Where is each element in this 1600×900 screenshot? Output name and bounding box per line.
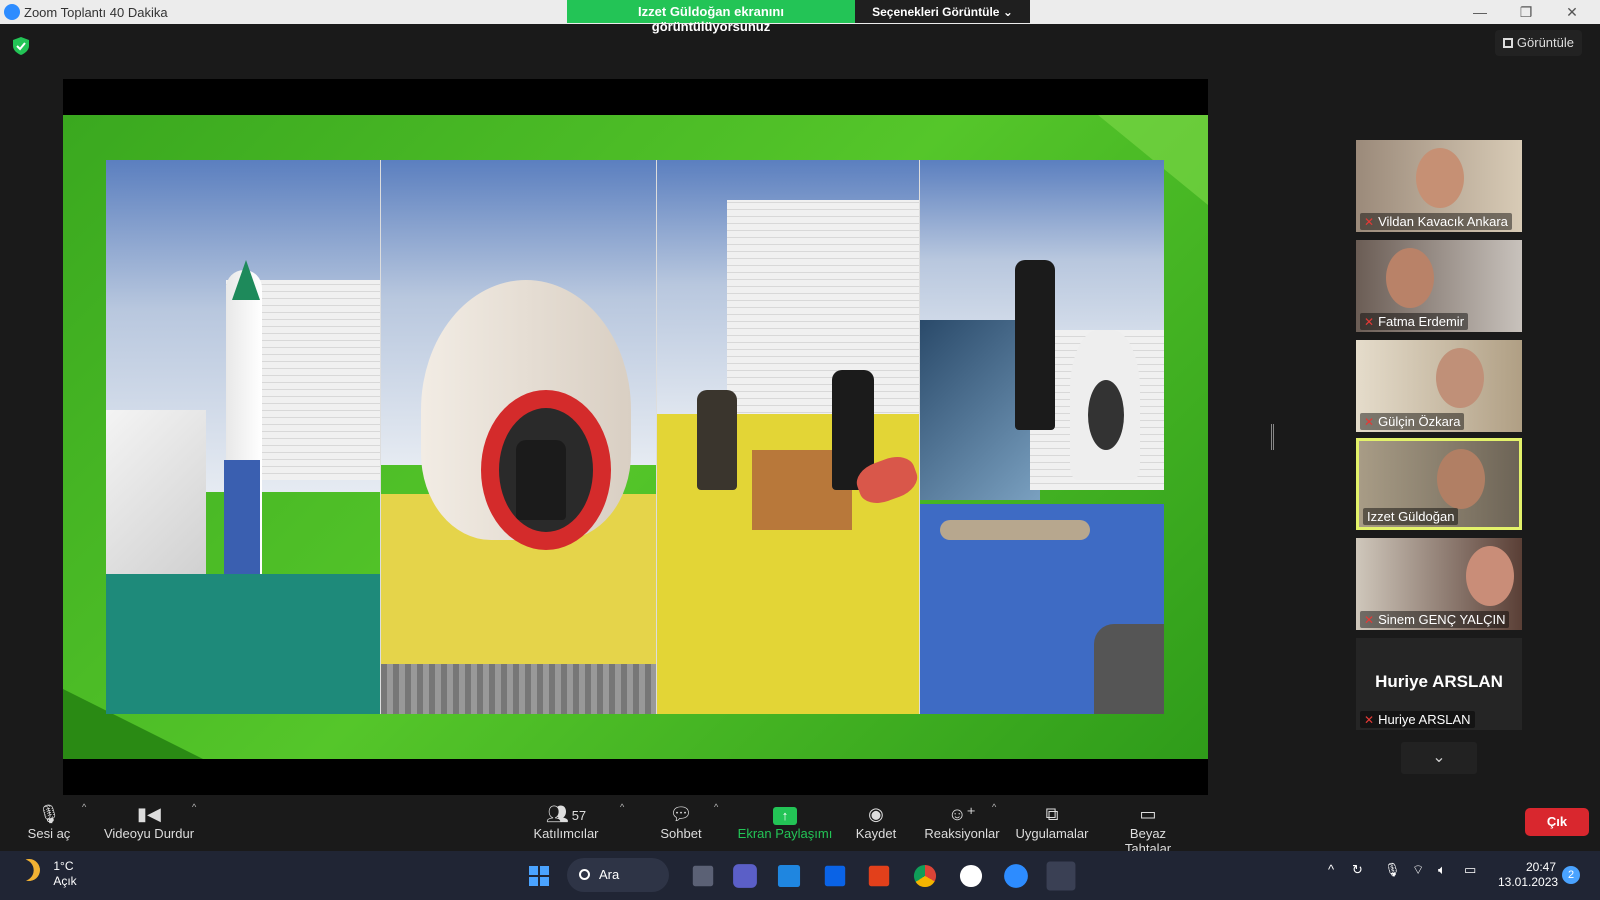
app-icon[interactable] [959,864,983,888]
share-screen-icon: ↑ [773,807,797,825]
leave-meeting-button[interactable]: Çık [1525,808,1589,836]
participant-name: ✕ Sinem GENÇ YALÇIN [1360,611,1510,628]
record-icon: ◉ [868,804,884,824]
shield-check-icon[interactable] [13,37,29,55]
mic-muted-icon: ✕ [1364,315,1375,329]
zoom-taskbar-icon[interactable] [1004,864,1028,888]
mic-muted-icon: ✕ [1364,613,1375,627]
mic-muted-icon: 🎙︎ [37,804,61,824]
search-icon [579,869,590,880]
participant-tile[interactable]: ✕ Fatma Erdemir [1356,240,1522,332]
view-options-label: Seçenekleri Görüntüle [872,5,1000,19]
participant-count: 57 [571,808,587,823]
weather-widget[interactable]: 1°C Açık [15,856,76,889]
collage-photo-rocket [106,160,381,714]
mic-muted-icon: ✕ [1364,215,1375,229]
panel-resize-handle[interactable] [1271,424,1274,450]
whiteboard-button[interactable]: ▭ Beyaz Tahtalar [1106,802,1190,856]
caret-up-icon: ^ [992,802,997,812]
reactions-button[interactable]: ☺⁺ Reaksiyonlar [924,802,1000,841]
chevron-down-icon: ⌄ [1002,5,1013,19]
taskbar-search[interactable]: Ara [567,858,669,892]
participant-name: ✕ Gülçin Özkara [1360,413,1465,430]
apps-icon: ⧉ [1045,804,1059,824]
shared-screen [63,79,1208,795]
task-view-icon[interactable] [692,865,714,887]
chat-bubble-icon: 💬︎ [669,804,693,824]
caret-up-icon: ^ [714,802,719,812]
teams-chat-icon[interactable] [733,864,757,888]
maximize-button[interactable]: ❐ [1506,2,1546,22]
chevron-up-icon[interactable]: ^ [1328,862,1334,877]
mic-muted-icon: ✕ [1364,415,1375,429]
microphone-icon[interactable]: 🎙︎ [1384,862,1401,878]
participant-display-name: Huriye ARSLAN [1375,672,1503,691]
close-button[interactable]: ✕ [1552,2,1592,22]
meeting-toolbar: 🎙︎ Sesi aç ^ ▮◀ Videoyu Durdur ^ 👥︎ 57 Ka… [0,796,1600,856]
notification-badge[interactable]: 2 [1562,866,1580,884]
view-button-label: Görüntüle [1516,35,1574,50]
zoom-app-icon [4,4,20,20]
participant-tile[interactable]: ✕ Sinem GENÇ YALÇIN [1356,538,1522,630]
system-clock[interactable]: 20:47 13.01.2023 [1498,860,1558,890]
office-icon[interactable] [868,865,890,887]
mail-icon[interactable] [777,864,801,888]
battery-icon[interactable]: ▭ [1464,862,1476,878]
caret-up-icon: ^ [192,802,197,812]
snipping-tool-icon[interactable] [1046,861,1076,891]
apps-button[interactable]: ⧉ Uygulamalar [1014,802,1090,841]
video-camera-icon: ▮◀ [137,804,161,824]
participant-tile[interactable]: Huriye ARSLAN ✕ Huriye ARSLAN [1356,638,1522,730]
minimize-button[interactable]: — [1460,2,1500,22]
volume-icon[interactable]: 🔈︎ [1438,862,1446,878]
chevron-down-icon: ⌄ [1432,749,1446,766]
wifi-icon[interactable]: ⌔ [1412,862,1424,878]
view-options-button[interactable]: Seçenekleri Görüntüle ⌄ [855,0,1030,23]
mute-button[interactable]: 🎙︎ Sesi aç [22,802,76,841]
window-title: Zoom Toplantı 40 Dakika [24,5,168,20]
participant-name: ✕ Vildan Kavacık Ankara [1360,213,1512,230]
dropbox-icon[interactable] [824,865,846,887]
gallery-scroll-down-button[interactable]: ⌄ [1401,742,1477,774]
participant-name: ✕ Huriye ARSLAN [1360,711,1475,728]
collage-photo-tunnel [381,160,657,714]
share-banner: Izzet Güldoğan ekranını görüntülüyorsunu… [567,0,1030,34]
caret-up-icon: ^ [620,802,625,812]
presentation-slide [63,115,1208,759]
chrome-icon[interactable] [913,864,937,888]
mic-muted-icon: ✕ [1364,713,1375,727]
participants-icon: 👥︎ [545,804,569,824]
share-banner-message: Izzet Güldoğan ekranını görüntülüyorsunu… [567,0,855,34]
share-screen-button[interactable]: ↑ Ekran Paylaşımı [736,802,834,841]
participant-name: ✕ Fatma Erdemir [1360,313,1469,330]
participant-tile-active-speaker[interactable]: Izzet Güldoğan [1356,438,1522,530]
record-button[interactable]: ◉ Kaydet [854,802,898,841]
smiley-plus-icon: ☺⁺ [948,804,976,824]
participant-tile[interactable]: ✕ Gülçin Özkara [1356,340,1522,432]
whiteboard-icon: ▭ [1139,804,1157,824]
participants-button[interactable]: 👥︎ 57 Katılımcılar [528,802,604,841]
view-button[interactable]: Görüntüle [1494,30,1582,56]
stop-video-button[interactable]: ▮◀ Videoyu Durdur [100,802,198,841]
grid-view-icon [1502,38,1513,48]
start-button[interactable] [522,859,556,893]
collage-photo-friends [657,160,920,714]
caret-up-icon: ^ [82,802,87,812]
sync-icon[interactable]: ↻ [1352,862,1363,878]
participant-name: Izzet Güldoğan [1363,508,1459,525]
chat-button[interactable]: 💬︎ Sohbet [656,802,706,841]
moon-icon [15,856,43,884]
participant-tile[interactable]: ✕ Vildan Kavacık Ankara [1356,140,1522,232]
collage-photo-shark [920,160,1164,714]
photo-collage [106,160,1164,714]
